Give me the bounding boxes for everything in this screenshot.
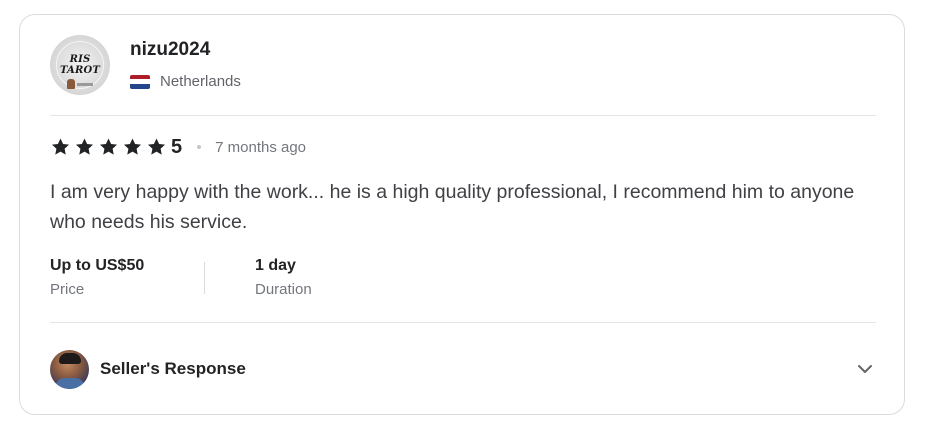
avatar-logo-text: RIS TAROT — [59, 54, 101, 76]
price-label: Price — [50, 281, 85, 298]
duration-value: 1 day — [255, 257, 296, 274]
star-icon — [74, 137, 95, 157]
avatar-figure — [67, 79, 75, 89]
order-stats: Up to US$50 Price 1 day Duration — [50, 255, 410, 298]
seller-avatar-hair — [59, 352, 81, 364]
netherlands-flag-icon — [130, 74, 150, 89]
separator-dot — [197, 145, 202, 149]
rating-value: 5 — [171, 135, 183, 158]
rating-row: 5 7 months ago — [50, 136, 306, 158]
review-text: I am very happy with the work... he is a… — [50, 181, 855, 233]
seller-avatar — [50, 349, 89, 389]
stat-duration: 1 day Duration — [205, 255, 410, 298]
seller-response-label: Seller's Response — [100, 359, 246, 378]
header-divider — [50, 115, 876, 116]
reviewer-avatar[interactable]: RIS TAROT — [50, 35, 110, 95]
star-icon — [146, 137, 167, 157]
stat-price: Up to US$50 Price — [50, 255, 205, 298]
response-divider — [50, 322, 876, 323]
star-icon — [122, 137, 143, 157]
country-name: Netherlands — [160, 73, 241, 90]
reviewer-country: Netherlands — [130, 73, 241, 90]
avatar-small-mark — [77, 83, 93, 86]
reviewer-header: RIS TAROT nizu2024 Netherlands — [50, 35, 241, 95]
star-icon — [50, 137, 71, 157]
seller-avatar-shirt — [55, 377, 85, 389]
duration-label: Duration — [255, 281, 312, 298]
reviewer-meta: nizu2024 Netherlands — [130, 38, 241, 90]
review-time-ago: 7 months ago — [215, 138, 307, 156]
chevron-down-icon[interactable] — [856, 360, 874, 378]
seller-response-toggle[interactable]: Seller's Response — [50, 349, 876, 389]
chevron-down-svg — [858, 365, 872, 373]
review-card: RIS TAROT nizu2024 Netherlands 5 7 month… — [19, 14, 905, 415]
flag-stripe-blue — [130, 83, 150, 89]
star-icon — [98, 137, 119, 157]
reviewer-username[interactable]: nizu2024 — [130, 38, 241, 62]
price-value: Up to US$50 — [50, 257, 145, 274]
star-rating — [50, 137, 170, 157]
stats-divider — [204, 262, 205, 294]
